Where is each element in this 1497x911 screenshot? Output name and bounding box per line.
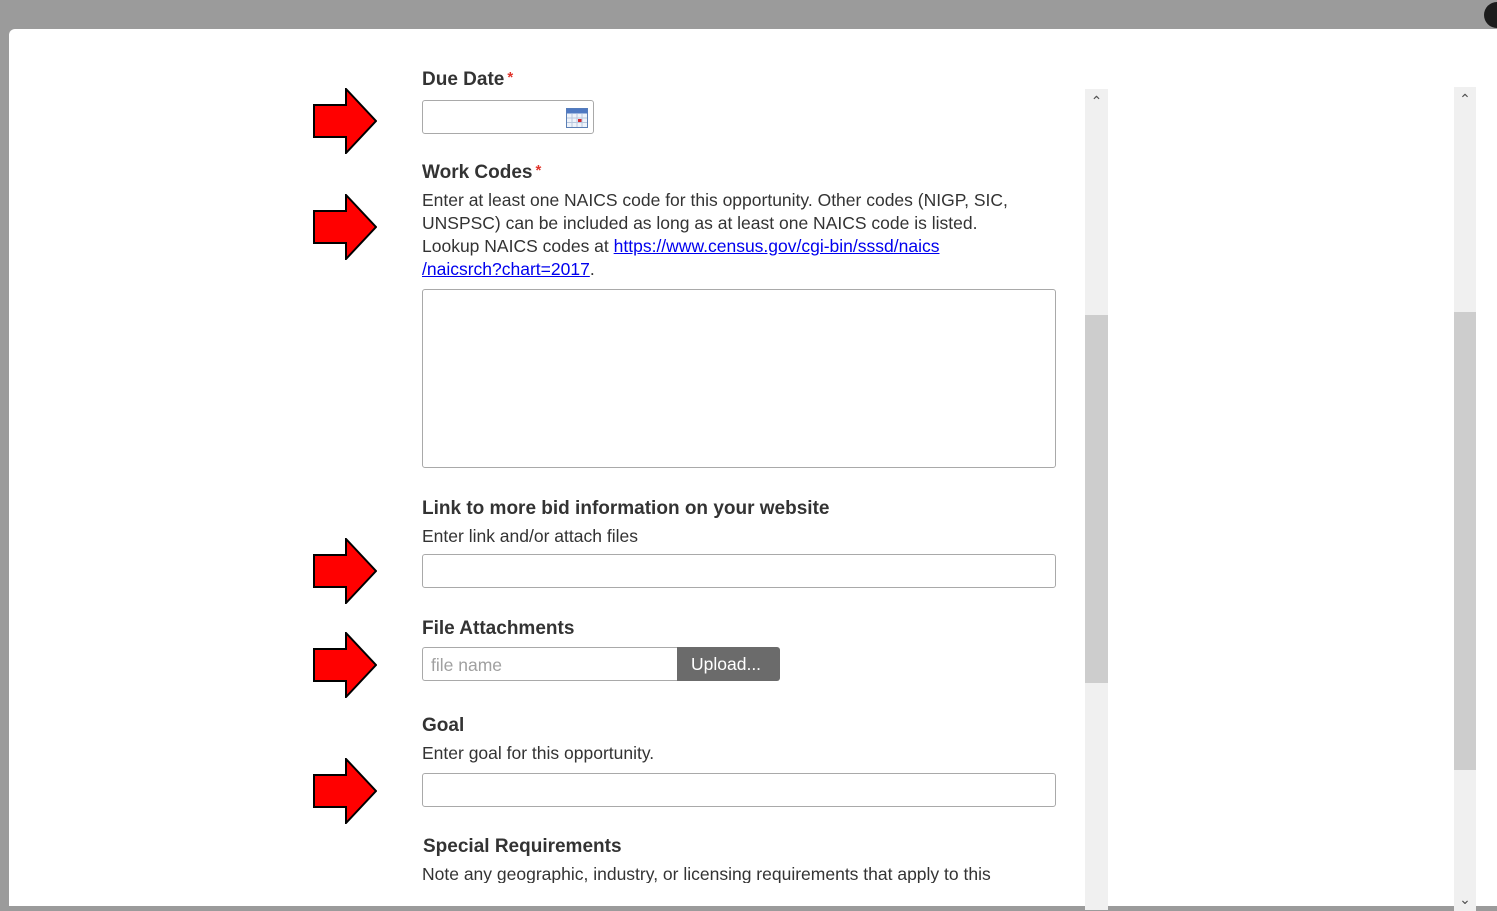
- chevron-up-icon[interactable]: ⌃: [1454, 89, 1476, 109]
- work-codes-help: Enter at least one NAICS code for this o…: [422, 189, 1008, 281]
- naics-lookup-link-continued[interactable]: /naicsrch?chart=2017: [422, 259, 590, 279]
- due-date-label: Due Date *: [422, 69, 513, 91]
- required-mark: *: [507, 69, 514, 86]
- modal-dialog: Due Date * Work Codes * Enter at least one…: [9, 29, 1497, 911]
- naics-lookup-link[interactable]: https://www.census.gov/cgi-bin/sssd/naic…: [614, 236, 940, 256]
- bid-link-label: Link to more bid information on your web…: [422, 498, 830, 519]
- lookup-text: Lookup NAICS codes at: [422, 236, 614, 256]
- close-button[interactable]: [1484, 2, 1497, 28]
- due-date-label-text: Due Date: [422, 69, 505, 90]
- bid-link-help: Enter link and/or attach files: [422, 526, 638, 546]
- work-codes-label-text: Work Codes: [422, 162, 533, 183]
- work-codes-help-line: Lookup NAICS codes at https://www.census…: [422, 235, 1008, 258]
- file-attachments-label: File Attachments: [422, 618, 575, 639]
- modal-scrollbar-thumb[interactable]: [1454, 312, 1476, 770]
- period-text: .: [589, 259, 595, 279]
- work-codes-textarea[interactable]: [422, 289, 1056, 468]
- form-scrollbar[interactable]: ⌃: [1085, 89, 1108, 910]
- chevron-down-icon[interactable]: ⌄: [1454, 889, 1476, 909]
- work-codes-help-line: /naicsrch?chart=2017.: [422, 258, 1008, 281]
- form-scrollbar-thumb[interactable]: [1085, 315, 1108, 683]
- work-codes-help-line: UNSPSC) can be included as long as at le…: [422, 213, 978, 233]
- bid-link-input[interactable]: [422, 554, 1056, 588]
- red-arrow-annotation-icon: [313, 88, 377, 154]
- goal-label: Goal: [422, 715, 465, 736]
- red-arrow-annotation-icon: [313, 758, 377, 824]
- red-arrow-annotation-icon: [313, 194, 377, 260]
- upload-button[interactable]: Upload...: [677, 647, 780, 681]
- special-requirements-help: Note any geographic, industry, or licens…: [422, 864, 991, 883]
- special-requirements-label: Special Requirements: [423, 836, 622, 857]
- red-arrow-annotation-icon: [313, 632, 377, 698]
- chevron-up-icon[interactable]: ⌃: [1085, 91, 1108, 111]
- goal-input[interactable]: [422, 773, 1056, 807]
- file-name-input[interactable]: file name: [422, 647, 678, 681]
- calendar-icon[interactable]: [566, 108, 588, 128]
- required-mark: *: [535, 162, 542, 179]
- red-arrow-annotation-icon: [313, 538, 377, 604]
- work-codes-help-line: Enter at least one NAICS code for this o…: [422, 190, 1008, 210]
- goal-help: Enter goal for this opportunity.: [422, 743, 655, 763]
- modal-scrollbar[interactable]: ⌃ ⌄: [1454, 87, 1476, 911]
- due-date-input[interactable]: [422, 100, 594, 134]
- work-codes-label: Work Codes *: [422, 162, 541, 184]
